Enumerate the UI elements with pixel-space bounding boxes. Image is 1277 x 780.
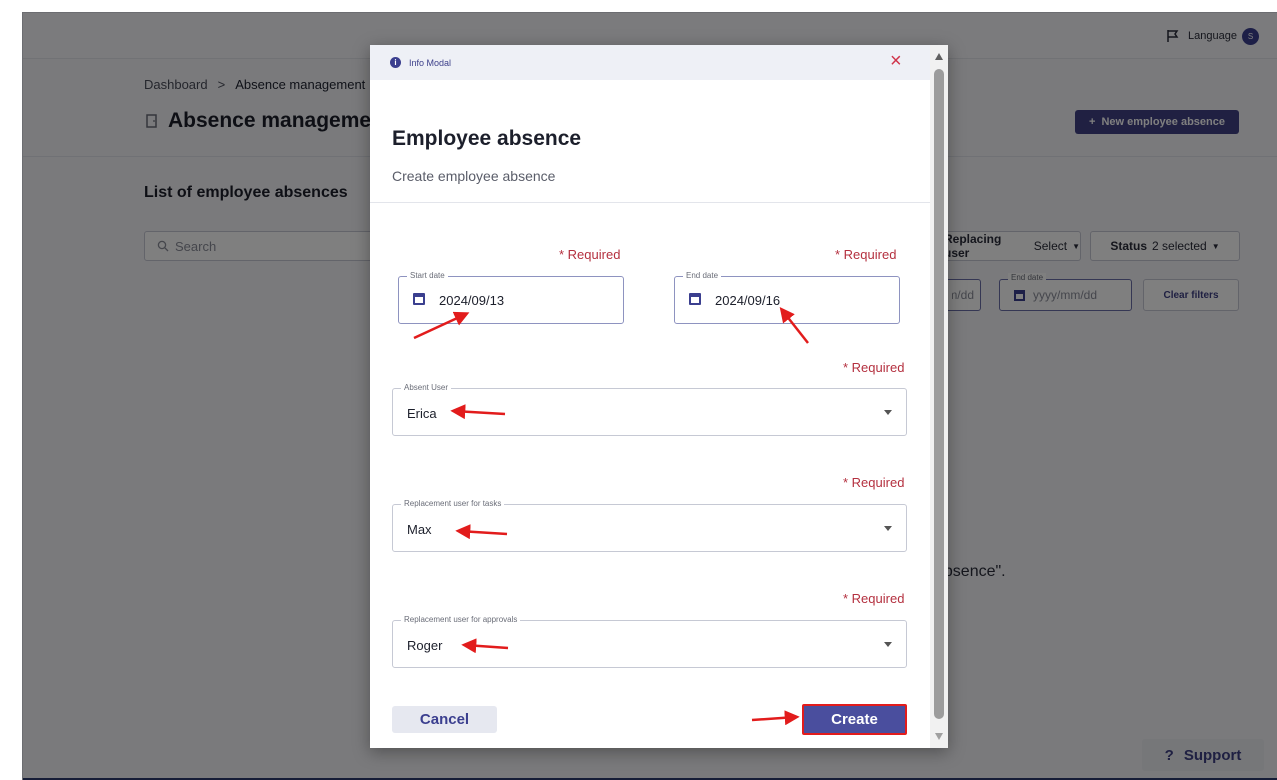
replacement-tasks-required: * Required — [843, 475, 905, 490]
replacement-approvals-select[interactable]: Replacement user for approvals Roger — [392, 615, 907, 668]
calendar-icon — [413, 293, 425, 305]
end-date-value: 2024/09/16 — [715, 293, 781, 308]
scroll-down-arrow-icon[interactable] — [935, 733, 943, 740]
start-date-field[interactable]: Start date 2024/09/13 — [398, 271, 624, 324]
create-button[interactable]: Create — [802, 704, 907, 735]
start-date-required: * Required — [559, 247, 621, 262]
replacement-tasks-select[interactable]: Replacement user for tasks Max — [392, 499, 907, 552]
absent-user-required: * Required — [843, 360, 905, 375]
scroll-thumb[interactable] — [934, 69, 944, 719]
scroll-up-arrow-icon[interactable] — [935, 53, 943, 60]
replacement-approvals-label: Replacement user for approvals — [401, 615, 521, 625]
chevron-down-icon — [884, 526, 892, 531]
modal-scrollbar[interactable] — [930, 45, 948, 748]
info-icon: i — [390, 57, 401, 68]
calendar-icon — [689, 293, 701, 305]
modal-subtitle: Create employee absence — [392, 168, 556, 184]
chevron-down-icon — [884, 410, 892, 415]
absent-user-select[interactable]: Absent User Erica — [392, 383, 907, 436]
employee-absence-modal: i Info Modal × Employee absence Create e… — [370, 45, 948, 748]
absent-user-label: Absent User — [401, 383, 452, 393]
absent-user-value: Erica — [407, 406, 437, 421]
modal-header: i Info Modal — [370, 45, 930, 80]
modal-title: Employee absence — [392, 127, 582, 150]
modal-divider — [370, 202, 930, 203]
end-date-field[interactable]: End date 2024/09/16 — [674, 271, 900, 324]
end-date-required: * Required — [835, 247, 897, 262]
replacement-approvals-required: * Required — [843, 591, 905, 606]
end-date-label: End date — [683, 271, 722, 281]
start-date-label: Start date — [407, 271, 448, 281]
start-date-value: 2024/09/13 — [439, 293, 505, 308]
cancel-button[interactable]: Cancel — [392, 706, 497, 733]
modal-header-label: Info Modal — [409, 57, 452, 68]
replacement-tasks-value: Max — [407, 522, 432, 537]
close-icon[interactable]: × — [890, 51, 902, 71]
chevron-down-icon — [884, 642, 892, 647]
replacement-approvals-value: Roger — [407, 638, 443, 653]
replacement-tasks-label: Replacement user for tasks — [401, 499, 505, 509]
